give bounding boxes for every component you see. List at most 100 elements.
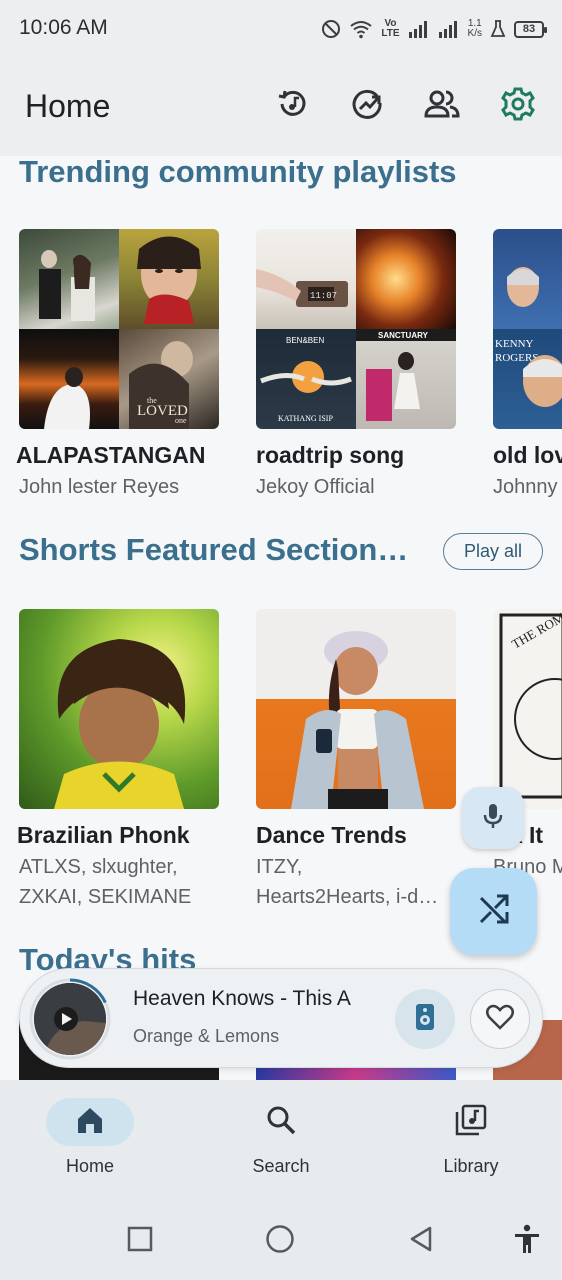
- top-app-bar: Home: [0, 58, 562, 156]
- nav-library-label: Library: [443, 1156, 499, 1176]
- cover-quadrant: [19, 229, 119, 329]
- history-icon: [276, 87, 310, 126]
- cover-quadrant: [356, 229, 456, 329]
- benaben-art-text: BEN&BEN: [286, 336, 324, 345]
- like-button[interactable]: [470, 989, 530, 1049]
- playlist-title: roadtrip song: [256, 442, 405, 468]
- recents-button[interactable]: [125, 1226, 155, 1256]
- sanctuary-art-text: SANCTUARY: [378, 331, 429, 340]
- kathang-isip-art-text: KATHANG ISIP: [278, 414, 333, 423]
- playlist-title: ALAPASTANGAN: [16, 442, 206, 468]
- nav-home-pill[interactable]: [46, 1098, 134, 1146]
- playlist-cover-collage: the LOVED one: [19, 229, 219, 429]
- cover-quadrant: [493, 229, 562, 329]
- recents-icon: [127, 1226, 153, 1257]
- microphone-icon: [481, 802, 505, 835]
- play-all-button[interactable]: Play all: [443, 533, 543, 570]
- search-icon: [266, 1105, 296, 1140]
- section-title-shorts[interactable]: Shorts Featured Section…: [19, 532, 429, 568]
- settings-button[interactable]: [498, 86, 538, 126]
- signal-icon: [408, 20, 430, 38]
- kenny-art-text: KENNY: [495, 338, 534, 350]
- nav-home[interactable]: Home: [35, 1098, 145, 1177]
- network-speed-unit: K/s: [467, 28, 482, 39]
- trending-icon: [351, 87, 385, 126]
- speaker-icon: [414, 1002, 436, 1037]
- cast-device-button[interactable]: [395, 989, 455, 1049]
- lab-flask-icon: [490, 20, 506, 38]
- status-time: 10:06 AM: [19, 16, 108, 39]
- trending-button[interactable]: [348, 86, 388, 126]
- shorts-cover: THE ROMANTIC: [493, 609, 562, 809]
- system-navigation-bar: [0, 1202, 562, 1280]
- playlist-owner: John lester Reyes: [19, 476, 180, 498]
- cover-quadrant: [119, 229, 219, 329]
- nav-home-label: Home: [65, 1156, 114, 1176]
- voice-search-button[interactable]: [462, 787, 524, 849]
- do-not-disturb-icon: [321, 19, 341, 39]
- cover-quadrant: the LOVED one: [119, 329, 219, 429]
- nav-search-pill[interactable]: [237, 1098, 325, 1146]
- status-bar: 10:06 AM Vo LTE 1.1 K/s 83: [0, 0, 562, 58]
- library-icon: [455, 1104, 487, 1141]
- signal-icon-2: [438, 20, 460, 38]
- home-circle-icon: [265, 1224, 295, 1259]
- shorts-artists-line1: ATLXS, slxughter,: [19, 856, 178, 878]
- shorts-artists-line2: Hearts2Hearts, i-d…: [256, 886, 439, 908]
- battery-indicator: 83: [514, 20, 547, 38]
- shorts-card-third[interactable]: THE ROMANTIC sk It Bruno M: [493, 609, 562, 909]
- shorts-title: Dance Trends: [256, 822, 407, 848]
- accessibility-button[interactable]: [512, 1224, 542, 1259]
- mini-player[interactable]: Heaven Knows - This A Orange & Lemons: [19, 968, 543, 1068]
- section-title-trending[interactable]: Trending community playlists: [19, 156, 457, 190]
- playlist-card-old-lov[interactable]: KENNY ROGERS old lov Johnny: [493, 229, 562, 499]
- screen: 10:06 AM Vo LTE 1.1 K/s 83 Home Trending…: [0, 0, 562, 1280]
- shorts-cover: [19, 609, 219, 809]
- people-icon: [423, 87, 461, 126]
- playlist-card-roadtrip-song[interactable]: 11:07 BEN&BEN KATHANG ISIP SANCTUARY road…: [256, 229, 456, 499]
- cover-quadrant: KENNY ROGERS: [493, 329, 562, 429]
- system-back-button[interactable]: [406, 1226, 436, 1256]
- volte-bottom: LTE: [381, 28, 400, 39]
- volte-indicator: Vo LTE: [381, 19, 399, 39]
- people-button[interactable]: [422, 86, 462, 126]
- shorts-cover: [256, 609, 456, 809]
- wifi-icon: [349, 19, 373, 39]
- settings-icon: [500, 86, 536, 127]
- playlist-card-alapastangan[interactable]: the LOVED one ALAPASTANGAN John lester Rey…: [16, 229, 219, 499]
- playlist-cover-collage: KENNY ROGERS: [493, 229, 562, 429]
- nav-library-pill[interactable]: [427, 1098, 515, 1146]
- nav-search-label: Search: [252, 1156, 310, 1176]
- shorts-title: Brazilian Phonk: [17, 822, 190, 848]
- clock-art-text: 11:07: [310, 291, 337, 301]
- system-home-button[interactable]: [265, 1224, 295, 1259]
- cover-quadrant: 11:07: [256, 229, 356, 329]
- playlist-owner: Johnny: [493, 476, 558, 498]
- now-playing-artwork[interactable]: [34, 983, 106, 1055]
- now-playing-title: Heaven Knows - This A: [133, 987, 351, 1010]
- back-icon: [408, 1225, 434, 1258]
- cover-quadrant: BEN&BEN KATHANG ISIP: [256, 329, 356, 429]
- playlist-title: old lov: [493, 442, 562, 468]
- shuffle-button[interactable]: [450, 868, 537, 955]
- loved-one-text: one: [175, 416, 187, 425]
- bottom-navigation: Home Search Library: [0, 1080, 562, 1202]
- accessibility-icon: [513, 1224, 541, 1259]
- page-title: Home: [25, 88, 111, 124]
- cover-quadrant: [19, 329, 119, 429]
- playlist-cover-collage: 11:07 BEN&BEN KATHANG ISIP SANCTUARY: [256, 229, 456, 429]
- nav-library[interactable]: Library: [416, 1098, 526, 1177]
- network-speed: 1.1 K/s: [468, 19, 482, 39]
- history-button[interactable]: [273, 86, 313, 126]
- shuffle-icon: [477, 892, 511, 931]
- home-icon: [75, 1106, 105, 1139]
- shorts-card-dance-trends[interactable]: Dance Trends ITZY, Hearts2Hearts, i-d…: [256, 609, 456, 909]
- now-playing-artist: Orange & Lemons: [133, 1026, 280, 1046]
- shorts-card-brazilian-phonk[interactable]: Brazilian Phonk ATLXS, slxughter, ZXKAI,…: [17, 609, 219, 909]
- heart-icon: [486, 1004, 514, 1035]
- shorts-artists-line2: ZXKAI, SEKIMANE: [19, 886, 192, 908]
- cover-quadrant: SANCTUARY: [356, 329, 456, 429]
- playlist-owner: Jekoy Official: [256, 476, 375, 498]
- status-icons: Vo LTE 1.1 K/s 83: [321, 14, 547, 44]
- nav-search[interactable]: Search: [226, 1098, 336, 1177]
